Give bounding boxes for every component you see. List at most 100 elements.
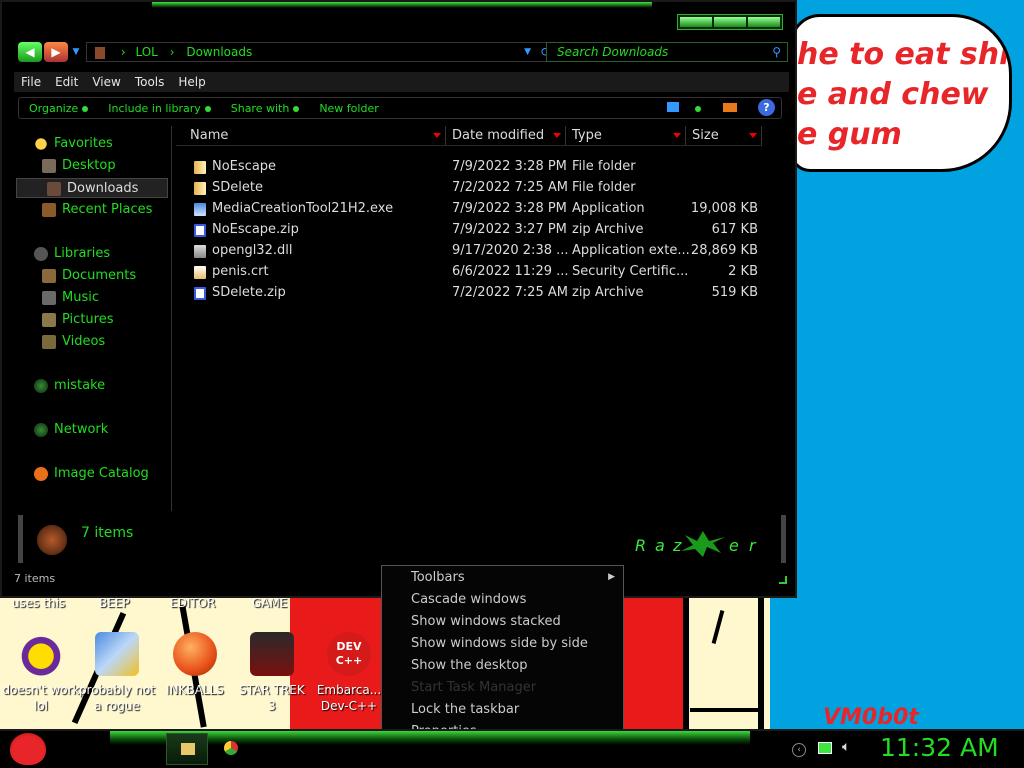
address-bar[interactable]: › LOL › Downloads ▼ ⟳ [86,42,558,62]
close-button[interactable] [748,17,780,27]
network-tray-icon[interactable] [818,742,832,754]
wallpaper-line [711,610,725,644]
folder-icon [181,743,195,755]
dll-icon [194,245,206,258]
view-options-icon[interactable] [667,102,679,112]
organize-label: Organize [29,101,79,115]
desktop-icon-devcpp[interactable]: DEV C++ Embarca... Dev-C++ [308,632,390,714]
dropdown-dot-icon [82,105,89,112]
taskbar-explorer-button[interactable] [166,733,208,765]
column-type[interactable]: Type [566,126,686,146]
menu-item-task-manager[interactable]: Start Task Manager [411,677,536,699]
file-type: Application [572,201,645,216]
menu-edit[interactable]: Edit [48,72,85,92]
details-pane: 7 items Raz er [18,515,786,563]
forward-arrow-icon: ▶ [51,45,61,59]
svg-text:z: z [672,536,682,555]
nav-libraries[interactable]: Libraries [34,244,110,264]
help-icon[interactable]: ? [758,99,775,116]
desktop-icon-label: probably not [78,683,156,697]
file-row[interactable]: opengl32.dll 9/17/2020 2:38 ... Applicat… [190,241,780,261]
gears-icon [95,632,139,676]
nav-label: Recent Places [62,202,153,217]
menu-item-lock-taskbar[interactable]: Lock the taskbar [411,699,519,721]
nav-label: Favorites [54,136,113,151]
nav-favorites[interactable]: Favorites [34,134,113,154]
recent-pages-button[interactable]: ▼ [70,42,82,62]
desktop-icon-star-trek[interactable]: STAR TREK 3 [231,632,313,714]
file-size: 519 KB [711,285,758,300]
desktop-label: uses this [12,596,66,610]
volume-icon[interactable]: 🔈︎ [842,739,850,755]
nav-downloads[interactable]: Downloads [16,178,168,198]
column-size[interactable]: Size [686,126,762,146]
menu-file[interactable]: File [14,72,48,92]
nav-image-catalog[interactable]: Image Catalog [34,464,149,484]
desktop-icon-inkballs[interactable]: INKBALLS [154,632,236,698]
dropdown-dot-icon [204,105,211,112]
file-row[interactable]: SDelete.zip 7/2/2022 7:25 AM zip Archive… [190,283,780,303]
breadcrumb-separator: › [120,45,126,59]
start-button-angry-bird-icon[interactable] [10,733,46,765]
file-row[interactable]: MediaCreationTool21H2.exe 7/9/2022 3:28 … [190,199,780,219]
organize-button[interactable]: Organize [19,102,98,115]
resize-grip-icon[interactable] [779,576,787,584]
dropdown-dot-icon[interactable] [695,106,701,112]
include-in-library-button[interactable]: Include in library [98,102,220,115]
new-folder-button[interactable]: New folder [309,102,388,115]
minimize-button[interactable] [680,17,712,27]
file-row[interactable]: SDelete 7/2/2022 7:25 AM File folder [190,178,780,198]
back-button[interactable]: ◀ [18,42,42,62]
clock[interactable]: 11:32 AM [880,733,999,762]
nav-network[interactable]: Network [34,420,108,440]
pictures-icon [42,312,56,327]
forward-button[interactable]: ▶ [44,42,68,62]
menu-help[interactable]: Help [171,72,212,92]
music-icon [42,290,56,305]
address-dropdown-icon[interactable]: ▼ [524,43,531,61]
desktop-icon-label: Dev-C++ [320,699,378,713]
menu-item-cascade[interactable]: Cascade windows [411,589,526,611]
nav-videos[interactable]: Videos [42,332,105,352]
chrome-icon[interactable] [224,741,238,755]
search-input[interactable]: Search Downloads ⚲ [546,42,788,62]
menu-item-show-desktop[interactable]: Show the desktop [411,655,528,677]
nav-documents[interactable]: Documents [42,266,136,286]
file-date: 7/9/2022 3:28 PM [452,159,567,174]
file-size: 617 KB [711,222,758,237]
speech-line: e gum [797,117,902,152]
watermark: VM0b0t [823,705,919,730]
nav-desktop[interactable]: Desktop [42,156,116,176]
desktop-icon-label: Embarca... [316,683,382,697]
nav-label: Music [62,290,99,305]
nav-music[interactable]: Music [42,288,99,308]
file-row[interactable]: NoEscape.zip 7/9/2022 3:27 PM zip Archiv… [190,220,780,240]
maximize-button[interactable] [714,17,746,27]
menu-item-stacked[interactable]: Show windows stacked [411,611,561,633]
share-with-button[interactable]: Share with [221,102,310,115]
column-name[interactable]: Name [176,126,446,146]
column-date-modified[interactable]: Date modified [446,126,566,146]
nav-homegroup[interactable]: mistake [34,376,105,396]
search-icon[interactable]: ⚲ [772,43,781,61]
file-date: 7/9/2022 3:27 PM [452,222,567,237]
menu-view[interactable]: View [85,72,127,92]
recent-places-icon [42,202,56,217]
file-row[interactable]: NoEscape 7/9/2022 3:28 PM File folder [190,157,780,177]
desktop-icon-gears[interactable]: probably not a rogue [76,632,158,714]
desktop-icon-label: 3 [268,699,276,713]
file-row[interactable]: penis.crt 6/6/2022 11:29 ... Security Ce… [190,262,780,282]
sort-arrow-icon [673,133,681,138]
preview-pane-icon[interactable] [723,103,737,112]
show-hidden-icons-button[interactable]: ‹ [792,743,806,757]
menu-item-toolbars[interactable]: Toolbars [411,567,465,589]
desktop-icon-yahoo[interactable]: doesn't work lol [0,632,82,714]
breadcrumb-lol[interactable]: LOL [135,45,157,59]
nav-label: Pictures [62,312,114,327]
breadcrumb-downloads[interactable]: Downloads [186,45,252,59]
network-icon [34,422,48,437]
nav-pictures[interactable]: Pictures [42,310,113,330]
menu-tools[interactable]: Tools [128,72,172,92]
nav-recent-places[interactable]: Recent Places [42,200,152,220]
menu-item-side-by-side[interactable]: Show windows side by side [411,633,588,655]
